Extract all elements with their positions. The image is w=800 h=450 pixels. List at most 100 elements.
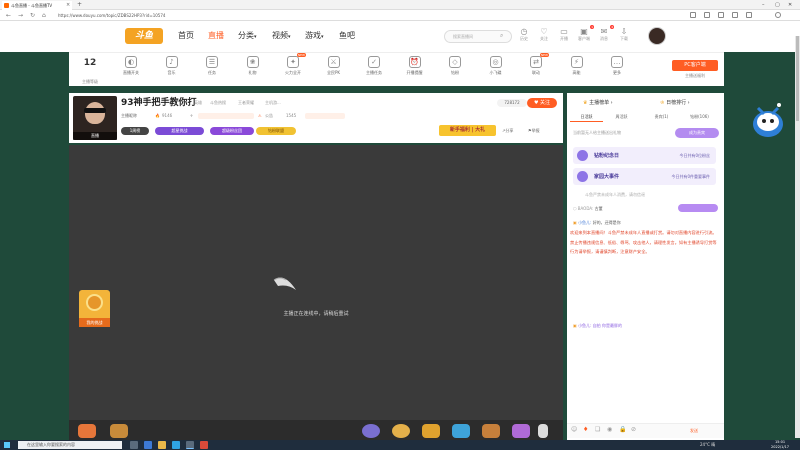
browser-taskbar-icon[interactable] <box>186 441 194 449</box>
maximize-icon[interactable]: ▢ <box>775 1 780 9</box>
favorites-icon[interactable] <box>704 12 710 18</box>
follow-button[interactable]: ♥ 关注 <box>527 98 557 108</box>
fan-group-pill[interactable]: 超级粉丝团 <box>210 127 254 135</box>
forward-icon[interactable]: → <box>18 11 23 21</box>
nav-yuba[interactable]: 鱼吧 <box>339 30 355 42</box>
toolbar-item[interactable]: ✦ NEW 火力全开 <box>276 53 310 76</box>
toolbar-item[interactable]: … 更多 <box>600 56 634 76</box>
nav-home[interactable]: 首页 <box>178 30 194 42</box>
block-icon[interactable]: ⊘ <box>631 426 636 433</box>
collections-icon[interactable] <box>718 12 724 18</box>
toolbar-item[interactable]: ✓ 主播任务 <box>357 56 391 76</box>
tab-diamond[interactable]: 钻粉(106) <box>683 113 716 121</box>
gift-icon[interactable] <box>482 424 500 438</box>
toolbar-item-icon: ◇ <box>449 56 461 68</box>
tag-2[interactable]: 王者荣耀 <box>238 100 254 106</box>
edge-icon[interactable] <box>144 441 152 449</box>
chat-username[interactable]: 小鱼儿 <box>578 220 590 225</box>
toolbar-item[interactable]: ☰ 任务 <box>195 56 229 76</box>
chat-username[interactable]: 小鱼儿 <box>578 323 590 328</box>
color-icon[interactable]: ◉ <box>607 426 612 433</box>
tag-3[interactable]: 主机游... <box>265 100 281 106</box>
tab-vip[interactable]: 贵宾(1) <box>645 113 678 121</box>
app-icon[interactable] <box>172 441 180 449</box>
douyu-logo[interactable]: 斗鱼 <box>125 28 163 44</box>
profile-icon[interactable] <box>746 12 752 18</box>
toolbar-item[interactable]: ❀ 礼物 <box>236 56 270 76</box>
tab-close-icon[interactable]: × <box>66 1 70 10</box>
streamer-avatar[interactable]: 直播 <box>73 96 117 140</box>
toolbar-item[interactable]: ⏰ 开播提醒 <box>398 56 432 76</box>
home-icon[interactable]: ⌂ <box>42 11 46 21</box>
share-link[interactable]: ↗分享 <box>502 127 513 135</box>
newbie-gift-banner[interactable]: 新手福利 | 大礼 <box>439 125 496 136</box>
nav-live[interactable]: 直播 <box>208 30 224 42</box>
refresh-icon[interactable]: ↻ <box>30 11 35 21</box>
taskbar-clock[interactable]: 15:01 2022/1/17 <box>765 440 795 450</box>
anchor-level[interactable]: 12 主播等级 <box>75 58 105 87</box>
toolbar-item[interactable]: ♪ 音乐 <box>155 56 189 76</box>
gift-icon[interactable] <box>362 424 380 438</box>
owner-name[interactable]: 主播昵称 <box>121 113 137 119</box>
browser-tab[interactable]: 斗鱼直播 - 斗鱼直播TV <box>2 1 72 10</box>
scrollbar-thumb[interactable] <box>796 36 799 121</box>
report-link[interactable]: ⚑举报 <box>528 127 540 135</box>
toolbar-item[interactable]: ◎ 小飞碟 <box>479 56 513 76</box>
extension-icon[interactable] <box>690 12 696 18</box>
user-avatar[interactable] <box>648 27 666 45</box>
system-tray[interactable]: 24°C 晴 <box>700 441 715 449</box>
taskbar-search[interactable]: 在这里输入你要搜索的内容 <box>18 441 122 449</box>
noble-badge <box>678 204 718 212</box>
toolbar-item[interactable]: ◇ 钻粉 <box>438 56 472 76</box>
close-window-icon[interactable]: ✕ <box>788 1 792 9</box>
back-icon[interactable]: ← <box>6 11 11 21</box>
daily-rank-title[interactable]: ♔ 日榜排行 › <box>660 99 690 106</box>
search-icon[interactable]: ⌕ <box>500 32 503 40</box>
rank-title[interactable]: ♛ 主播榜单 › <box>583 99 613 106</box>
file-explorer-icon[interactable] <box>158 441 166 449</box>
weekly-rank-pill[interactable]: 1周榜 <box>121 127 149 135</box>
video-player[interactable] <box>69 145 563 420</box>
minimize-icon[interactable]: – <box>762 1 765 9</box>
toolbar-item[interactable]: ⚡ 高能 <box>560 56 594 76</box>
challenge-tile[interactable]: 我的挑战 <box>79 290 110 327</box>
downloads-icon[interactable] <box>732 12 738 18</box>
nav-games[interactable]: 游戏▾ <box>305 30 324 43</box>
gift-icon[interactable] <box>452 424 470 438</box>
diamond-fan-pill[interactable]: 钻粉联盟 <box>256 127 296 135</box>
superstar-pill[interactable]: 超星挑战 <box>155 127 204 135</box>
gift-box-icon[interactable]: ❏ <box>595 426 600 433</box>
app-icon[interactable] <box>200 441 208 449</box>
fans-badge-icon[interactable]: ♦ <box>583 426 588 433</box>
task-view-icon[interactable] <box>130 441 138 449</box>
toolbar-item[interactable]: ◐ 直播开关 <box>114 56 148 76</box>
emoji-icon[interactable]: ☺ <box>571 426 577 433</box>
toolbar-item[interactable]: ⚔ 全民PK <box>317 56 351 76</box>
gift-icon[interactable] <box>422 424 440 438</box>
nav-category[interactable]: 分类▾ <box>238 30 257 43</box>
new-tab-button[interactable]: + <box>77 1 82 9</box>
tab-weekly[interactable]: 周活跃 <box>605 113 638 121</box>
category-tag[interactable]: 英雄 <box>194 100 202 106</box>
tab-daily[interactable]: 日活跃 <box>570 113 603 122</box>
event-card-home[interactable]: 家园大事件 今日共有0件重要事件 <box>573 168 716 185</box>
gift-bag-icon[interactable] <box>538 424 548 438</box>
pc-client-button[interactable]: PC客户端 <box>672 60 718 71</box>
windows-start-icon[interactable] <box>4 442 10 448</box>
send-button[interactable]: 发送 <box>690 427 720 435</box>
nav-video[interactable]: 视频▾ <box>272 30 291 43</box>
chat-username[interactable]: BAODA <box>578 206 592 211</box>
gift-icon[interactable] <box>512 424 530 438</box>
tag-1[interactable]: 斗鱼热搜 <box>210 100 226 106</box>
gift-icon[interactable] <box>392 424 410 438</box>
event-card-anniversary[interactable]: 钻粉纪念日 今日共有0位粉丝 <box>573 147 716 164</box>
browser-menu-icon[interactable] <box>775 12 781 18</box>
mascot-icon[interactable] <box>750 100 786 140</box>
become-vip-button[interactable]: 成为贵宾 <box>675 128 719 138</box>
download-button[interactable]: ⇩ 下载 <box>610 27 638 42</box>
lock-icon[interactable]: 🔒 <box>619 426 626 433</box>
toolbar-item[interactable]: ⇄ NEW 联动 <box>519 53 553 76</box>
url-field[interactable]: https://www.douyu.com/topic/ZDBS22HP3?ri… <box>58 12 658 19</box>
gift-icon[interactable] <box>78 424 96 438</box>
gift-icon[interactable] <box>110 424 128 438</box>
